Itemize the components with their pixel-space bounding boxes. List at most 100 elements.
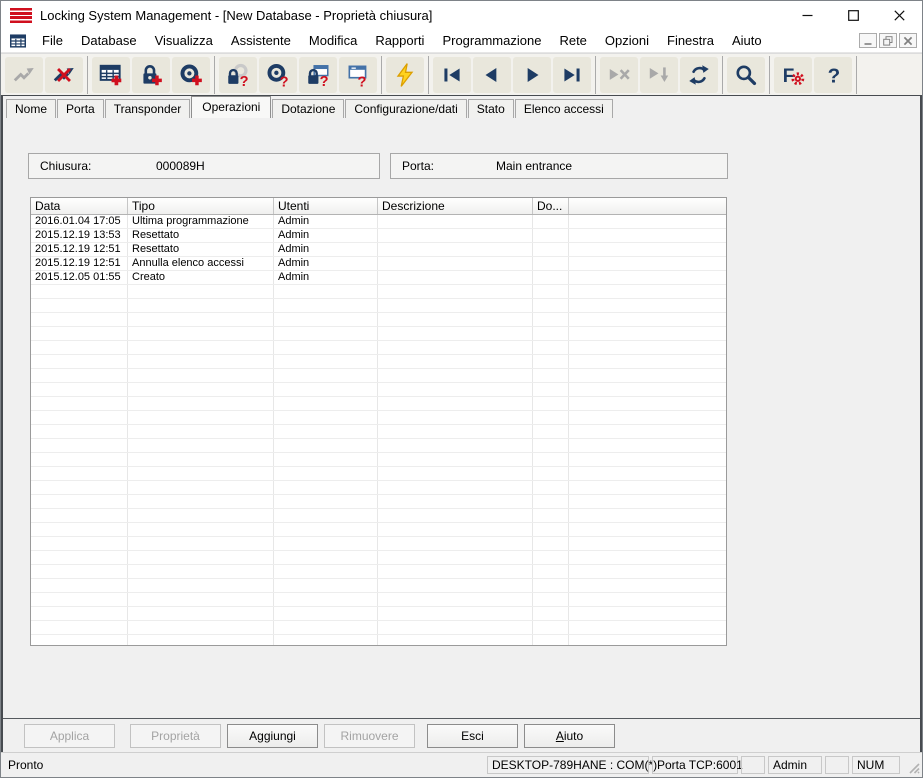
exit-button[interactable]: Esci — [427, 724, 518, 748]
column-header-utenti[interactable]: Utenti — [274, 198, 378, 214]
column-header-spacer[interactable] — [569, 198, 726, 214]
mdi-minimize-button[interactable] — [859, 33, 877, 48]
tab-stato[interactable]: Stato — [468, 99, 514, 118]
mdi-close-button[interactable] — [899, 33, 917, 48]
minimize-button[interactable] — [784, 1, 830, 29]
close-button[interactable] — [876, 1, 922, 29]
column-header-data[interactable]: Data — [31, 198, 128, 214]
toolbar-button-search[interactable] — [727, 57, 765, 93]
table-cell — [274, 369, 378, 382]
table-cell — [378, 299, 533, 312]
tab-dotazione[interactable]: Dotazione — [272, 99, 344, 118]
operations-table[interactable]: DataTipoUtentiDescrizioneDo... 2016.01.0… — [30, 197, 727, 646]
table-cell — [533, 313, 569, 326]
toolbar-button-help[interactable]: ? — [814, 57, 852, 93]
table-row-empty — [31, 593, 726, 607]
resize-grip[interactable] — [900, 756, 920, 774]
menu-item-programmazione[interactable]: Programmazione — [433, 29, 550, 52]
table-row[interactable]: 2016.01.04 17:05Ultima programmazioneAdm… — [31, 215, 726, 229]
menu-item-database[interactable]: Database — [72, 29, 146, 52]
toolbar-button-next-record[interactable] — [513, 57, 551, 93]
table-cell — [31, 467, 128, 480]
toolbar-button-new-database[interactable] — [92, 57, 130, 93]
tab-nome[interactable]: Nome — [6, 99, 56, 118]
menu-item-rete[interactable]: Rete — [550, 29, 595, 52]
column-header-descrizione[interactable]: Descrizione — [378, 198, 533, 214]
table-cell — [31, 285, 128, 298]
table-cell: Admin — [274, 257, 378, 270]
menu-item-visualizza[interactable]: Visualizza — [146, 29, 222, 52]
next-record-icon — [519, 62, 545, 88]
toolbar-button-prev-record[interactable] — [473, 57, 511, 93]
toolbar-button-read-lock[interactable]: ? — [219, 57, 257, 93]
column-header-tipo[interactable]: Tipo — [128, 198, 274, 214]
table-cell — [533, 383, 569, 396]
tab-porta[interactable]: Porta — [57, 99, 104, 118]
mdi-minimize-icon — [863, 36, 873, 46]
menu-item-rapporti[interactable]: Rapporti — [366, 29, 433, 52]
table-cell — [569, 551, 726, 564]
column-header-do[interactable]: Do... — [533, 198, 569, 214]
toolbar-button-last-record[interactable] — [553, 57, 591, 93]
toolbar-button-new-transponder[interactable] — [172, 57, 210, 93]
toolbar-button-refresh[interactable] — [680, 57, 718, 93]
table-cell — [378, 341, 533, 354]
table-cell — [378, 285, 533, 298]
table-cell — [274, 425, 378, 438]
toolbar-button-first-record[interactable] — [433, 57, 471, 93]
table-row[interactable]: 2015.12.19 12:51ResettatoAdmin — [31, 243, 726, 257]
table-cell — [274, 355, 378, 368]
toolbar-button-cancel-record[interactable] — [600, 57, 638, 93]
tab-operazioni[interactable]: Operazioni — [191, 96, 271, 118]
toolbar-button-goto-record[interactable] — [640, 57, 678, 93]
toolbar-button-program[interactable] — [386, 57, 424, 93]
menu-item-modifica[interactable]: Modifica — [300, 29, 366, 52]
properties-button[interactable]: Proprietà — [130, 724, 221, 748]
table-row[interactable]: 2015.12.19 13:53ResettatoAdmin — [31, 229, 726, 243]
table-row-empty — [31, 439, 726, 453]
tab-transponder[interactable]: Transponder — [105, 99, 191, 118]
add-button[interactable]: Aggiungi — [227, 724, 318, 748]
table-cell — [378, 523, 533, 536]
table-row-empty — [31, 551, 726, 565]
table-cell — [274, 383, 378, 396]
table-cell — [569, 397, 726, 410]
tab-configurazione-dati[interactable]: Configurazione/dati — [345, 99, 466, 118]
menu-item-aiuto[interactable]: Aiuto — [723, 29, 771, 52]
table-cell — [533, 579, 569, 592]
table-row[interactable]: 2015.12.05 01:55CreatoAdmin — [31, 271, 726, 285]
table-cell — [274, 621, 378, 634]
toolbar-button-connect[interactable] — [5, 57, 43, 93]
table-cell — [569, 607, 726, 620]
menu-item-finestra[interactable]: Finestra — [658, 29, 723, 52]
remove-button[interactable]: Rimuovere — [324, 724, 415, 748]
toolbar-button-read-transponder[interactable]: ? — [259, 57, 297, 93]
tab-elenco-accessi[interactable]: Elenco accessi — [515, 99, 613, 118]
toolbar-button-disconnect[interactable] — [45, 57, 83, 93]
maximize-button[interactable] — [830, 1, 876, 29]
table-cell — [533, 537, 569, 550]
toolbar-separator — [87, 56, 88, 94]
toolbar-button-read-network[interactable]: ? — [339, 57, 377, 93]
menu-item-file[interactable]: File — [33, 29, 72, 52]
table-cell — [31, 453, 128, 466]
menu-item-assistente[interactable]: Assistente — [222, 29, 300, 52]
first-record-icon — [439, 62, 465, 88]
table-cell — [569, 243, 726, 256]
table-row[interactable]: 2015.12.19 12:51Annulla elenco accessiAd… — [31, 257, 726, 271]
toolbar-button-read-lock-network[interactable]: ? — [299, 57, 337, 93]
help-button[interactable]: Aiuto — [524, 724, 615, 748]
table-cell: Admin — [274, 271, 378, 284]
mdi-restore-button[interactable] — [879, 33, 897, 48]
table-cell — [533, 481, 569, 494]
table-cell — [274, 523, 378, 536]
toolbar-button-new-lock[interactable] — [132, 57, 170, 93]
status-tcp-port: Porta TCP:6001 — [652, 756, 738, 774]
table-cell — [569, 593, 726, 606]
toolbar-button-filter-settings[interactable]: F — [774, 57, 812, 93]
table-row-empty — [31, 523, 726, 537]
apply-button[interactable]: Applica — [24, 724, 115, 748]
table-cell — [378, 355, 533, 368]
table-cell — [128, 355, 274, 368]
menu-item-opzioni[interactable]: Opzioni — [596, 29, 658, 52]
